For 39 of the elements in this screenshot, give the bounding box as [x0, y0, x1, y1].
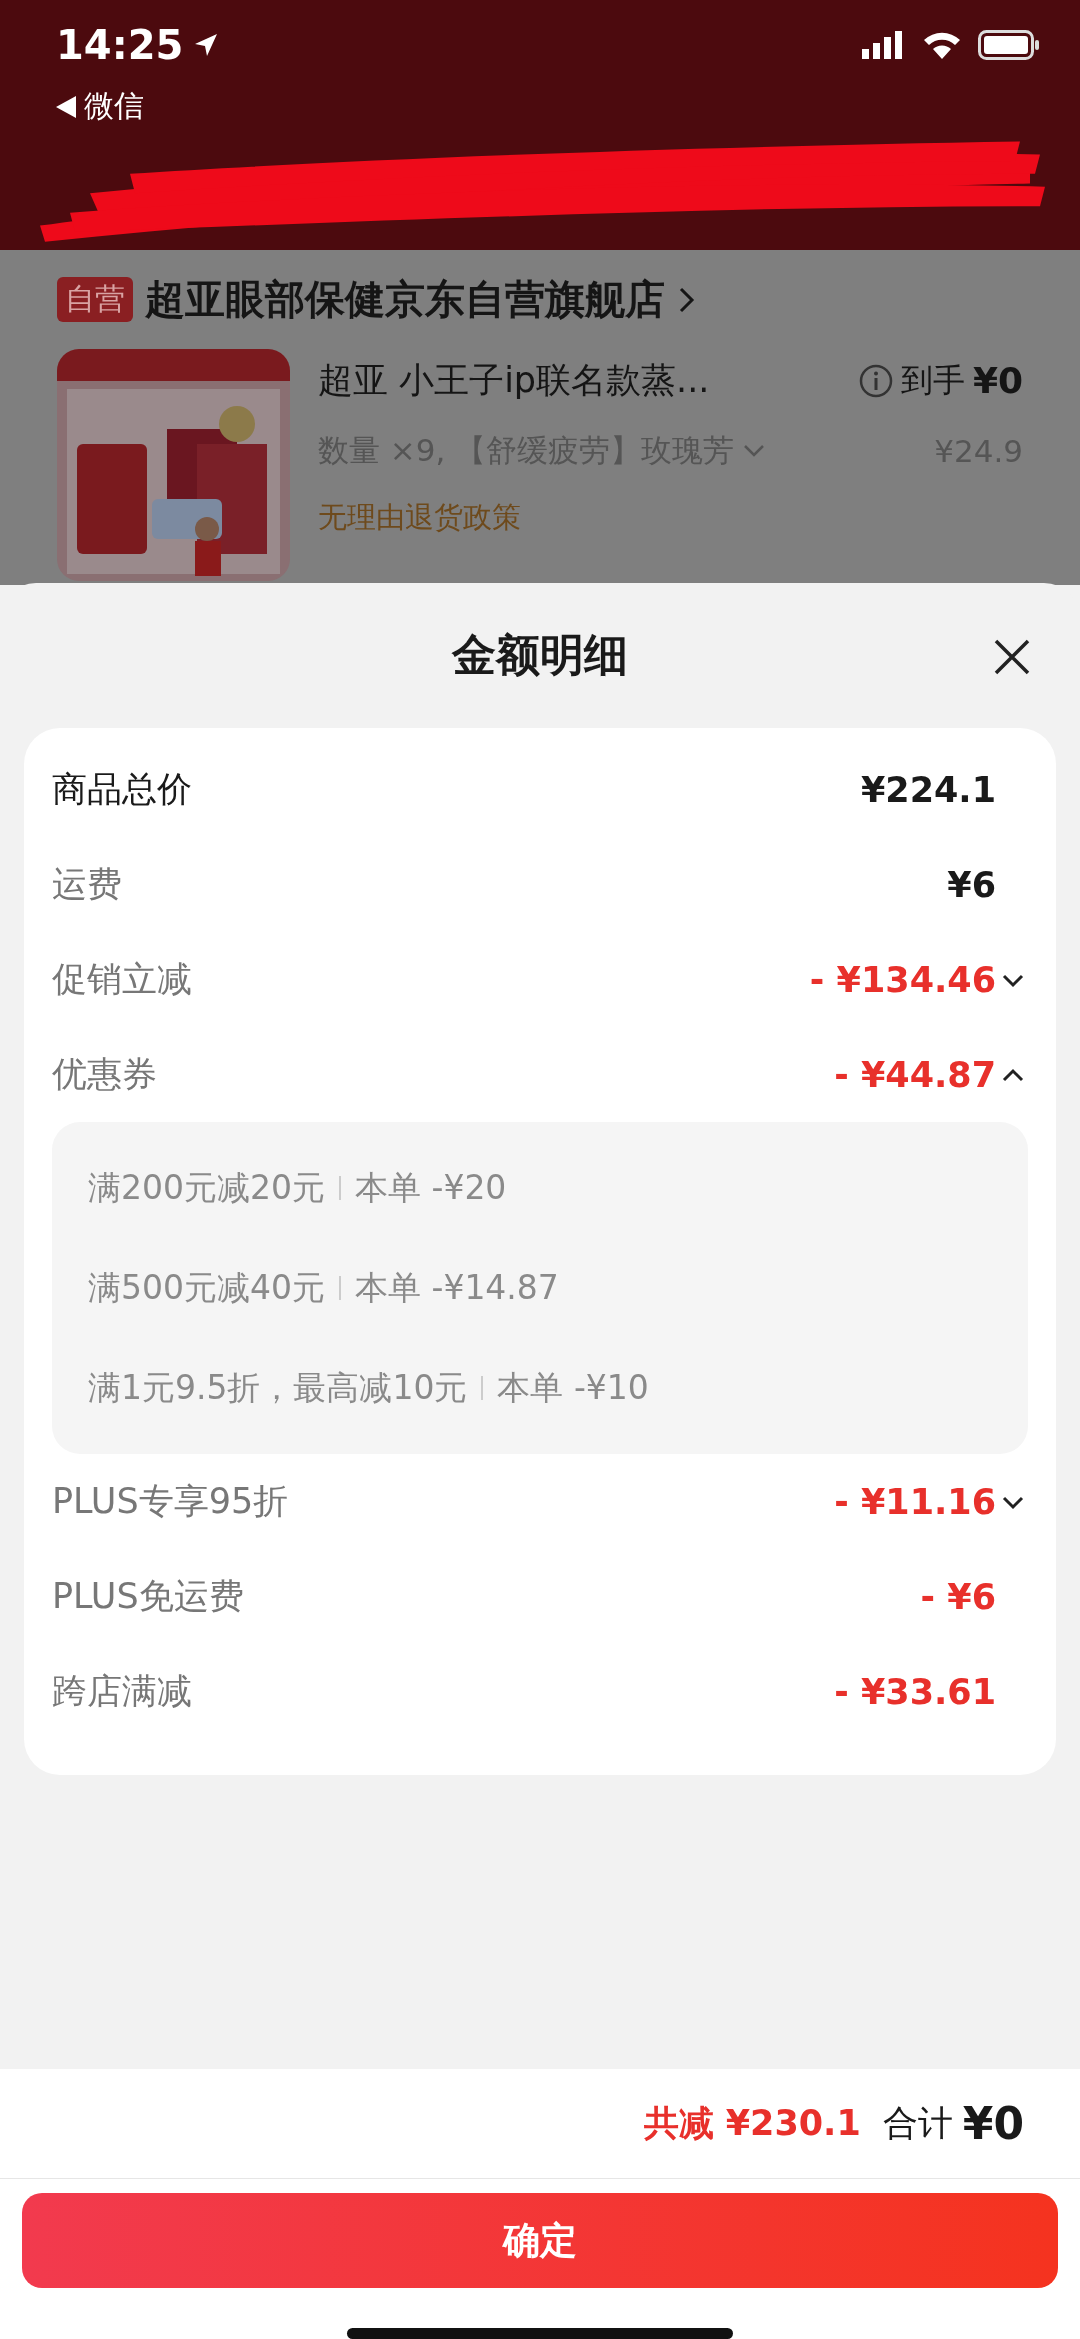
amount-value: ¥6 — [947, 864, 996, 905]
amount-value: - ¥33.61 — [834, 1671, 996, 1712]
sheet-title: 金额明细 — [452, 628, 628, 682]
return-policy: 无理由退货政策 — [318, 499, 522, 536]
amount-value: - ¥11.16 — [834, 1481, 996, 1522]
coupon-rule: 满500元减40元 — [88, 1266, 325, 1309]
coupon-rule: 满200元减20元 — [88, 1166, 325, 1209]
row-label: PLUS专享95折 — [52, 1480, 289, 1523]
info-icon[interactable] — [858, 363, 893, 398]
row-label: 跨店满减 — [52, 1670, 192, 1713]
amount-value: - ¥44.87 — [834, 1054, 996, 1095]
coupon-amount: 本单 -¥14.87 — [355, 1266, 559, 1309]
row-label: 优惠券 — [52, 1053, 157, 1096]
total-label: 合计 — [882, 2102, 953, 2145]
confirm-button[interactable]: 确定 — [22, 2193, 1058, 2289]
row-label: PLUS免运费 — [52, 1575, 244, 1618]
row-label: 促销立减 — [52, 958, 192, 1001]
back-link[interactable]: 微信 — [56, 86, 144, 127]
back-triangle-icon — [56, 95, 76, 118]
final-price: ¥0 — [972, 360, 1023, 401]
total-amount: ¥0 — [962, 2098, 1024, 2149]
amount-value: - ¥134.46 — [809, 959, 996, 1000]
product-title: 超亚 小王子ip联名款蒸... — [318, 359, 710, 402]
status-time: 14:25 — [56, 22, 184, 68]
coupon-amount: 本单 -¥20 — [355, 1166, 507, 1209]
row-label: 商品总价 — [52, 768, 192, 811]
amount-value: ¥224.1 — [860, 769, 996, 810]
battery-icon — [978, 30, 1040, 60]
chevron-down-icon — [742, 443, 767, 459]
coupon-amount: 本单 -¥10 — [497, 1366, 649, 1409]
total-saved: 共减 ¥230.1 — [643, 2102, 861, 2145]
coupon-rule: 满1元9.5折，最高减10元 — [88, 1366, 468, 1409]
store-name[interactable]: 超亚眼部保健京东自营旗舰店 — [145, 272, 665, 327]
price-label: 到手 — [900, 359, 965, 401]
amount-value: - ¥6 — [920, 1576, 996, 1617]
store-badge: 自营 — [57, 277, 133, 322]
wifi-icon — [922, 30, 962, 60]
row-label: 运费 — [52, 863, 122, 906]
location-arrow-icon — [193, 32, 220, 58]
